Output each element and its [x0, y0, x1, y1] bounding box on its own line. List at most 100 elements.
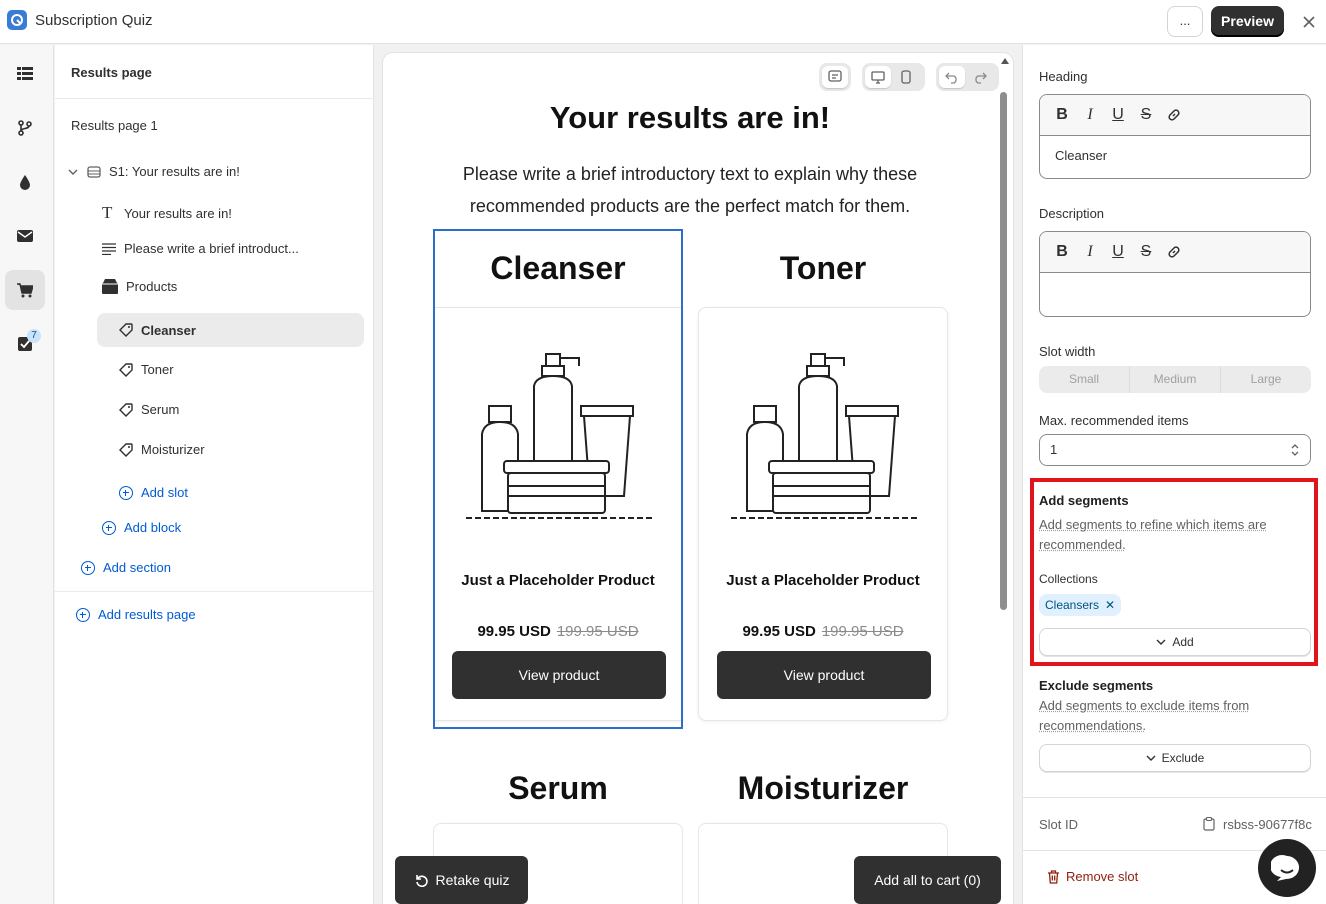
- block-products-item[interactable]: Products: [102, 279, 177, 294]
- link-icon[interactable]: [1166, 244, 1182, 260]
- more-actions-button[interactable]: ...: [1167, 6, 1203, 37]
- canvas-scrollbar[interactable]: [1000, 92, 1007, 610]
- toolbar-group-history: [936, 63, 999, 91]
- strikethrough-icon[interactable]: S: [1138, 243, 1154, 261]
- trash-icon: [1048, 869, 1059, 884]
- editor-toolbar: B I U S: [1040, 95, 1310, 136]
- bold-icon[interactable]: B: [1054, 106, 1070, 124]
- slot-width-label: Slot width: [1039, 344, 1096, 359]
- block-heading-item[interactable]: T Your results are in!: [102, 203, 232, 223]
- drop-icon[interactable]: [5, 162, 45, 202]
- results-intro-text[interactable]: Please write a brief introductory text t…: [450, 158, 930, 222]
- redo-icon[interactable]: [967, 66, 993, 88]
- underline-icon[interactable]: U: [1110, 106, 1126, 124]
- slot-title: Moisturizer: [737, 770, 909, 806]
- plus-circle-icon: [76, 607, 90, 622]
- tag-icon: [119, 362, 133, 377]
- add-slot-button[interactable]: Add slot: [119, 485, 188, 500]
- slot-label: Cleanser: [141, 322, 196, 338]
- remove-slot-button[interactable]: Remove slot: [1047, 869, 1138, 884]
- add-section-button[interactable]: Add section: [81, 560, 171, 575]
- chevron-down-icon[interactable]: [67, 166, 79, 178]
- bold-icon[interactable]: B: [1054, 243, 1070, 261]
- selected-slot-outline: [433, 229, 683, 729]
- slot-width-selector[interactable]: Small Medium Large: [1039, 366, 1311, 393]
- scroll-up-arrow[interactable]: [1001, 58, 1009, 64]
- slot-id-value[interactable]: rsbss-90677f8c: [1203, 817, 1312, 832]
- underline-icon[interactable]: U: [1110, 243, 1126, 261]
- section-item[interactable]: S1: Your results are in!: [67, 164, 240, 179]
- paragraph-icon: [102, 242, 116, 255]
- exclude-segment-label: Exclude: [1161, 751, 1205, 765]
- product-slot-toner[interactable]: Toner Just a Placeholder Product 99.95 U…: [698, 229, 948, 729]
- mail-icon[interactable]: [5, 216, 45, 256]
- add-results-page-button[interactable]: Add results page: [76, 607, 196, 622]
- add-slot-label: Add slot: [141, 485, 188, 500]
- chevron-down-icon: [1146, 755, 1156, 761]
- description-editor[interactable]: B I U S: [1039, 231, 1311, 317]
- max-items-input[interactable]: 1: [1039, 434, 1311, 466]
- icon-rail: 7: [0, 45, 54, 904]
- slot-settings-panel: Heading B I U S Cleanser Description B I…: [1022, 45, 1326, 904]
- width-option-small[interactable]: Small: [1039, 366, 1130, 393]
- results-heading[interactable]: Your results are in!: [383, 100, 997, 136]
- app-title: Subscription Quiz: [35, 12, 153, 29]
- heading-label: Heading: [1039, 69, 1088, 84]
- view-product-button[interactable]: View product: [717, 651, 931, 699]
- clipboard-icon[interactable]: [1203, 817, 1215, 831]
- slot-item-serum[interactable]: Serum: [119, 402, 179, 417]
- chat-widget-button[interactable]: [1258, 839, 1316, 897]
- branch-icon[interactable]: [5, 108, 45, 148]
- heading-input[interactable]: Cleanser: [1040, 136, 1310, 175]
- box-icon: [102, 279, 118, 294]
- slot-label: Toner: [141, 362, 174, 377]
- retake-quiz-button[interactable]: Retake quiz: [395, 856, 528, 904]
- product-price: 99.95 USD 199.95 USD: [699, 623, 947, 640]
- slot-label: Moisturizer: [141, 442, 205, 457]
- cart-icon[interactable]: [5, 270, 45, 310]
- chat-bubble-icon: [1271, 855, 1300, 881]
- italic-icon[interactable]: I: [1082, 243, 1098, 261]
- exclude-segments-title: Exclude segments: [1039, 678, 1154, 693]
- strikethrough-icon[interactable]: S: [1138, 106, 1154, 124]
- undo-icon[interactable]: [939, 66, 965, 88]
- refresh-icon: [415, 875, 428, 887]
- results-page-item[interactable]: Results page 1: [71, 118, 158, 133]
- add-all-to-cart-button[interactable]: Add all to cart (0): [854, 856, 1001, 904]
- slot-item-cleanser[interactable]: Cleanser: [97, 313, 364, 347]
- plus-circle-icon: [119, 485, 133, 500]
- max-items-value: 1: [1050, 442, 1058, 457]
- list-icon[interactable]: [5, 54, 45, 94]
- section-label: S1: Your results are in!: [109, 164, 240, 179]
- checklist-icon[interactable]: [5, 324, 45, 364]
- description-input[interactable]: [1040, 273, 1310, 297]
- text-type-icon: T: [102, 203, 113, 222]
- width-option-medium[interactable]: Medium: [1130, 366, 1221, 393]
- close-icon[interactable]: [1299, 12, 1319, 32]
- inspect-icon[interactable]: [822, 66, 848, 88]
- add-block-button[interactable]: Add block: [102, 520, 181, 535]
- link-icon[interactable]: [1166, 107, 1182, 123]
- tag-icon: [119, 323, 133, 337]
- tag-icon: [119, 402, 133, 417]
- editor-toolbar: B I U S: [1040, 232, 1310, 273]
- structure-panel: Results page Results page 1 S1: Your res…: [55, 45, 374, 904]
- stepper-icon[interactable]: [1290, 443, 1300, 457]
- exclude-segment-button[interactable]: Exclude: [1039, 744, 1311, 772]
- desktop-icon[interactable]: [865, 66, 891, 88]
- retake-quiz-label: Retake quiz: [435, 872, 510, 888]
- plus-circle-icon: [102, 520, 116, 535]
- price: 99.95 USD: [742, 623, 816, 640]
- width-option-large[interactable]: Large: [1221, 366, 1311, 393]
- block-heading-label: Your results are in!: [124, 205, 232, 221]
- heading-editor[interactable]: B I U S Cleanser: [1039, 94, 1311, 179]
- preview-button[interactable]: Preview: [1211, 6, 1284, 37]
- italic-icon[interactable]: I: [1082, 106, 1098, 124]
- slot-item-moisturizer[interactable]: Moisturizer: [119, 442, 205, 457]
- block-text-item[interactable]: Please write a brief introduct...: [102, 241, 299, 256]
- divider: [1023, 797, 1326, 798]
- slot-item-toner[interactable]: Toner: [119, 362, 174, 377]
- mobile-icon[interactable]: [893, 66, 919, 88]
- product-card[interactable]: Just a Placeholder Product 99.95 USD 199.…: [698, 307, 948, 721]
- divider: [55, 591, 374, 592]
